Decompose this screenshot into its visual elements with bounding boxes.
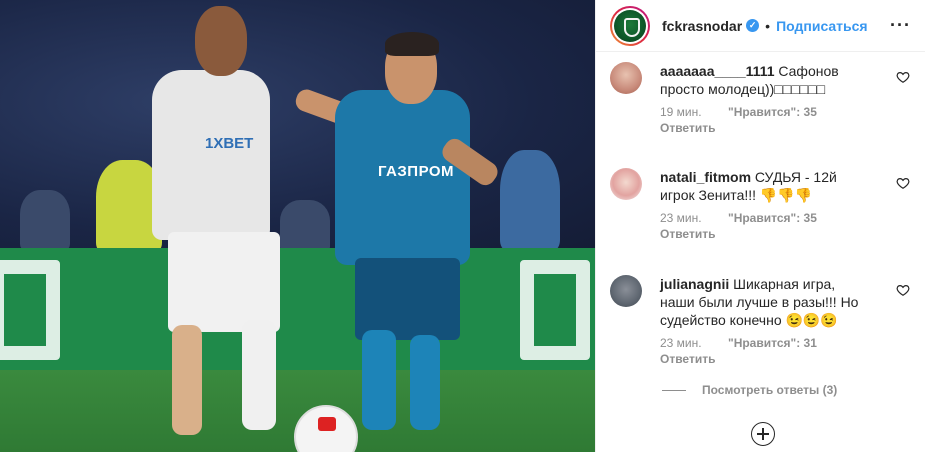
comment-meta: 19 мин. "Нравится": 35 — [660, 105, 870, 119]
reply-button[interactable]: Ответить — [660, 121, 870, 135]
verified-badge-icon: ✓ — [746, 19, 760, 32]
comment-text-block: julianagnii Шикарная игра, наши были луч… — [660, 275, 870, 329]
comment-time[interactable]: 23 мин. — [660, 336, 728, 350]
post-side-panel: fckrasnodar ✓ • Подписаться ··· aaaaaaa_… — [595, 0, 925, 452]
avatar-frame — [612, 7, 648, 44]
comment-item: julianagnii Шикарная игра, наши были луч… — [610, 275, 910, 366]
replies-divider-line — [662, 389, 686, 391]
player-white-leg — [172, 325, 202, 435]
post-header: fckrasnodar ✓ • Подписаться ··· — [596, 0, 925, 52]
profile-username[interactable]: fckrasnodar — [662, 18, 742, 34]
comment-text-block: aaaaaaa____1111 Сафонов просто молодец))… — [660, 62, 870, 98]
follow-button[interactable]: Подписаться — [776, 18, 868, 34]
comment-likes[interactable]: "Нравится": 35 — [728, 211, 817, 225]
comment-avatar[interactable] — [610, 62, 642, 94]
comment-body: julianagnii Шикарная игра, наши были луч… — [660, 275, 870, 366]
comment-time[interactable]: 23 мин. — [660, 211, 728, 225]
player-blue-leg — [410, 335, 440, 430]
player-white-head — [195, 6, 247, 76]
club-crest-icon — [614, 9, 646, 42]
profile-avatar[interactable] — [610, 5, 650, 46]
white-sponsor-text: 1XBET — [205, 135, 254, 152]
more-options-icon[interactable]: ··· — [890, 15, 911, 36]
board-letter — [520, 260, 590, 360]
view-replies-label: Посмотреть ответы (3) — [702, 383, 838, 397]
view-replies-button[interactable]: Посмотреть ответы (3) — [662, 383, 837, 397]
like-heart-icon[interactable] — [896, 176, 910, 190]
comment-body: natali_fitmom СУДЬЯ - 12й игрок Зенита!!… — [660, 168, 870, 241]
player-blue-hair — [385, 32, 439, 56]
comment-item: aaaaaaa____1111 Сафонов просто молодец))… — [610, 62, 910, 135]
board-letter — [0, 260, 60, 360]
load-more-comments-icon[interactable] — [751, 422, 775, 446]
advertising-board — [0, 248, 595, 373]
player-white-shorts — [168, 232, 280, 332]
spectator — [280, 200, 330, 252]
comment-username[interactable]: natali_fitmom — [660, 169, 751, 185]
comment-avatar[interactable] — [610, 275, 642, 307]
comment-body: aaaaaaa____1111 Сафонов просто молодец))… — [660, 62, 870, 135]
player-white-jersey — [152, 70, 270, 240]
comment-time[interactable]: 19 мин. — [660, 105, 728, 119]
comment-text-block: natali_fitmom СУДЬЯ - 12й игрок Зенита!!… — [660, 168, 870, 204]
reply-button[interactable]: Ответить — [660, 227, 870, 241]
like-heart-icon[interactable] — [896, 70, 910, 84]
spectator — [20, 190, 70, 250]
blue-sponsor-text: ГАЗПРОМ — [378, 163, 455, 180]
comment-avatar[interactable] — [610, 168, 642, 200]
like-heart-icon[interactable] — [896, 283, 910, 297]
comment-meta: 23 мин. "Нравится": 35 — [660, 211, 870, 225]
post-photo[interactable]: 1XBET ГАЗПРОМ — [0, 0, 595, 452]
comment-username[interactable]: aaaaaaa____1111 — [660, 63, 774, 79]
player-blue-shorts — [355, 258, 460, 340]
comment-meta: 23 мин. "Нравится": 31 — [660, 336, 870, 350]
comment-likes[interactable]: "Нравится": 35 — [728, 105, 817, 119]
separator-dot: • — [765, 17, 771, 34]
comment-username[interactable]: julianagnii — [660, 276, 729, 292]
comment-likes[interactable]: "Нравится": 31 — [728, 336, 817, 350]
player-white-leg — [242, 320, 276, 430]
player-blue-leg — [362, 330, 396, 430]
spectator — [500, 150, 560, 250]
reply-button[interactable]: Ответить — [660, 352, 870, 366]
comment-item: natali_fitmom СУДЬЯ - 12й игрок Зенита!!… — [610, 168, 910, 241]
